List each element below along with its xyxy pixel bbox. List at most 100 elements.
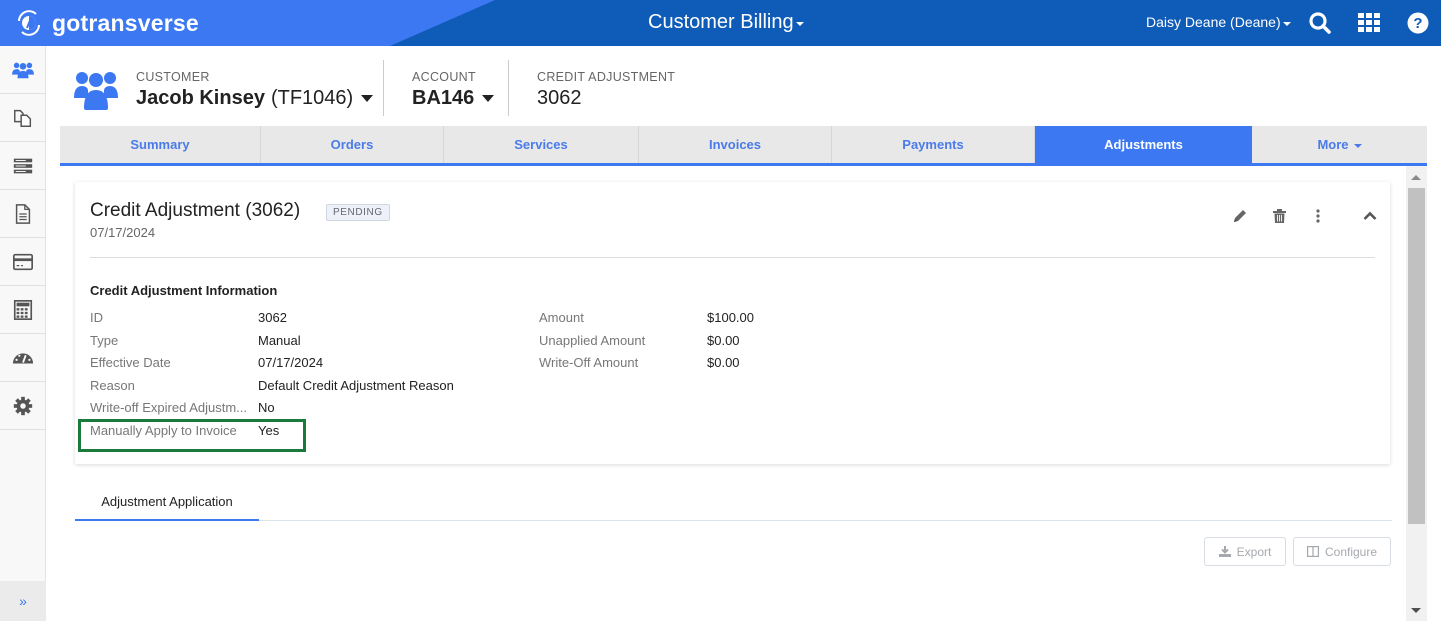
gauge-icon	[12, 352, 33, 363]
status-badge: PENDING	[326, 204, 390, 221]
sidebar-item-payments[interactable]	[0, 238, 45, 286]
svg-text:?: ?	[1413, 15, 1422, 32]
customer-label: CUSTOMER	[136, 70, 210, 84]
field-row-amount: Amount $100.00	[539, 310, 754, 333]
content-area: Credit Adjustment (3062) PENDING 07/17/2…	[60, 166, 1405, 621]
vertical-dots-icon	[1316, 209, 1320, 223]
sidebar-item-invoices[interactable]	[0, 190, 45, 238]
tab-invoices[interactable]: Invoices	[639, 126, 832, 163]
collapse-button[interactable]	[1362, 208, 1378, 224]
sidebar-item-settings[interactable]	[0, 382, 45, 430]
brand-background-edge	[390, 0, 495, 46]
tab-more-label: More	[1317, 137, 1349, 152]
field-label: ID	[90, 310, 103, 325]
scroll-up-arrow-icon[interactable]	[1411, 175, 1421, 180]
scrollbar-thumb[interactable]	[1408, 188, 1425, 524]
user-menu[interactable]: Daisy Deane (Deane)	[1146, 14, 1291, 30]
vertical-scrollbar[interactable]	[1406, 166, 1427, 621]
field-value: Manual	[258, 332, 301, 348]
customer-dropdown-icon[interactable]	[361, 95, 374, 102]
users-icon	[11, 62, 34, 78]
credit-adjustment-value: 3062	[537, 87, 582, 109]
section-title: Credit Adjustment Information	[90, 283, 278, 298]
account-value: BA146	[412, 87, 475, 109]
export-button[interactable]: Export	[1204, 537, 1286, 566]
tab-payments[interactable]: Payments	[832, 126, 1035, 163]
sub-tabs: Adjustment Application	[75, 484, 1392, 521]
card-actions	[1209, 208, 1378, 224]
chevron-down-icon	[795, 22, 804, 26]
scroll-down-arrow-icon[interactable]	[1411, 608, 1421, 613]
columns-icon	[1306, 546, 1319, 557]
apps-grid-icon[interactable]	[1357, 11, 1381, 35]
field-value: 07/17/2024	[258, 355, 324, 371]
copy-icon	[13, 109, 31, 127]
sidebar-item-customers[interactable]	[0, 46, 45, 94]
customer-name: Jacob Kinsey	[136, 87, 265, 109]
app-title: Customer Billing	[648, 11, 794, 33]
field-row-id: ID 3062	[90, 310, 454, 333]
chevron-down-icon	[1282, 21, 1291, 26]
tab-adjustment-application[interactable]: Adjustment Application	[75, 484, 259, 521]
right-field-list: Amount $100.00 Unapplied Amount $0.00 Wr…	[539, 310, 754, 378]
sidebar-expand-button[interactable]: »	[0, 581, 46, 621]
tab-orders[interactable]: Orders	[261, 126, 444, 163]
pencil-icon	[1234, 210, 1246, 222]
account-dropdown-icon[interactable]	[482, 95, 495, 102]
gear-icon	[13, 396, 32, 415]
logo-icon	[18, 10, 40, 36]
card-title: Credit Adjustment (3062)	[90, 200, 301, 221]
field-value: $0.00	[707, 332, 740, 348]
delete-button[interactable]	[1271, 208, 1287, 224]
field-value: $100.00	[707, 310, 754, 325]
field-label: Unapplied Amount	[539, 332, 646, 348]
field-label: Write-Off Amount	[539, 355, 639, 371]
double-chevron-right-icon: »	[19, 593, 27, 609]
field-label: Reason	[90, 377, 135, 393]
account-label: ACCOUNT	[412, 70, 476, 84]
edit-button[interactable]	[1232, 208, 1248, 224]
sidebar-item-dashboard[interactable]	[0, 334, 45, 382]
field-row-write-off-amount: Write-Off Amount $0.00	[539, 355, 754, 378]
highlight-box	[78, 419, 306, 452]
brand-name: gotransverse	[52, 9, 199, 36]
tab-services[interactable]: Services	[444, 126, 639, 163]
chevron-down-icon	[1353, 144, 1362, 148]
credit-adjustment-context: CREDIT ADJUSTMENT 3062	[537, 70, 675, 110]
more-options-button[interactable]	[1310, 208, 1326, 224]
card-date: 07/17/2024	[90, 225, 156, 240]
search-icon[interactable]	[1308, 11, 1332, 35]
divider	[508, 60, 509, 116]
field-label: Type	[90, 332, 119, 348]
context-header: CUSTOMER Jacob Kinsey (TF1046) ACCOUNT B…	[46, 46, 1441, 126]
field-label: Effective Date	[90, 355, 171, 371]
chevron-up-icon	[1363, 211, 1377, 220]
sidebar-item-services[interactable]	[0, 142, 45, 190]
configure-label: Configure	[1324, 544, 1378, 559]
sidebar-item-documents[interactable]	[0, 94, 45, 142]
customer-id: (TF1046)	[270, 87, 354, 109]
calculator-icon	[13, 299, 32, 320]
field-value: Default Credit Adjustment Reason	[258, 377, 454, 393]
field-label: Amount	[539, 310, 584, 325]
customer-selector: CUSTOMER Jacob Kinsey (TF1046)	[136, 70, 374, 110]
user-name: Daisy Deane (Deane)	[1146, 14, 1281, 30]
field-value: $0.00	[707, 355, 740, 371]
help-icon[interactable]: ?	[1406, 11, 1430, 35]
app-switcher[interactable]: Customer Billing	[648, 11, 804, 34]
divider	[90, 257, 1375, 258]
tab-summary[interactable]: Summary	[60, 126, 261, 163]
top-bar: gotransverse Customer Billing Daisy Dean…	[0, 0, 1441, 46]
tab-more[interactable]: More	[1252, 126, 1427, 163]
trash-icon	[1272, 209, 1286, 223]
tab-adjustments[interactable]: Adjustments	[1035, 126, 1252, 163]
configure-button[interactable]: Configure	[1293, 537, 1391, 566]
credit-adjustment-label: CREDIT ADJUSTMENT	[537, 70, 676, 84]
field-row-unapplied-amount: Unapplied Amount $0.00	[539, 333, 754, 356]
sidebar-item-calculator[interactable]	[0, 286, 45, 334]
main-tabs: Summary Orders Services Invoices Payment…	[60, 126, 1427, 166]
download-icon	[1218, 546, 1231, 557]
customer-icon	[74, 72, 118, 110]
logo[interactable]: gotransverse	[14, 8, 199, 38]
export-label: Export	[1236, 544, 1272, 559]
